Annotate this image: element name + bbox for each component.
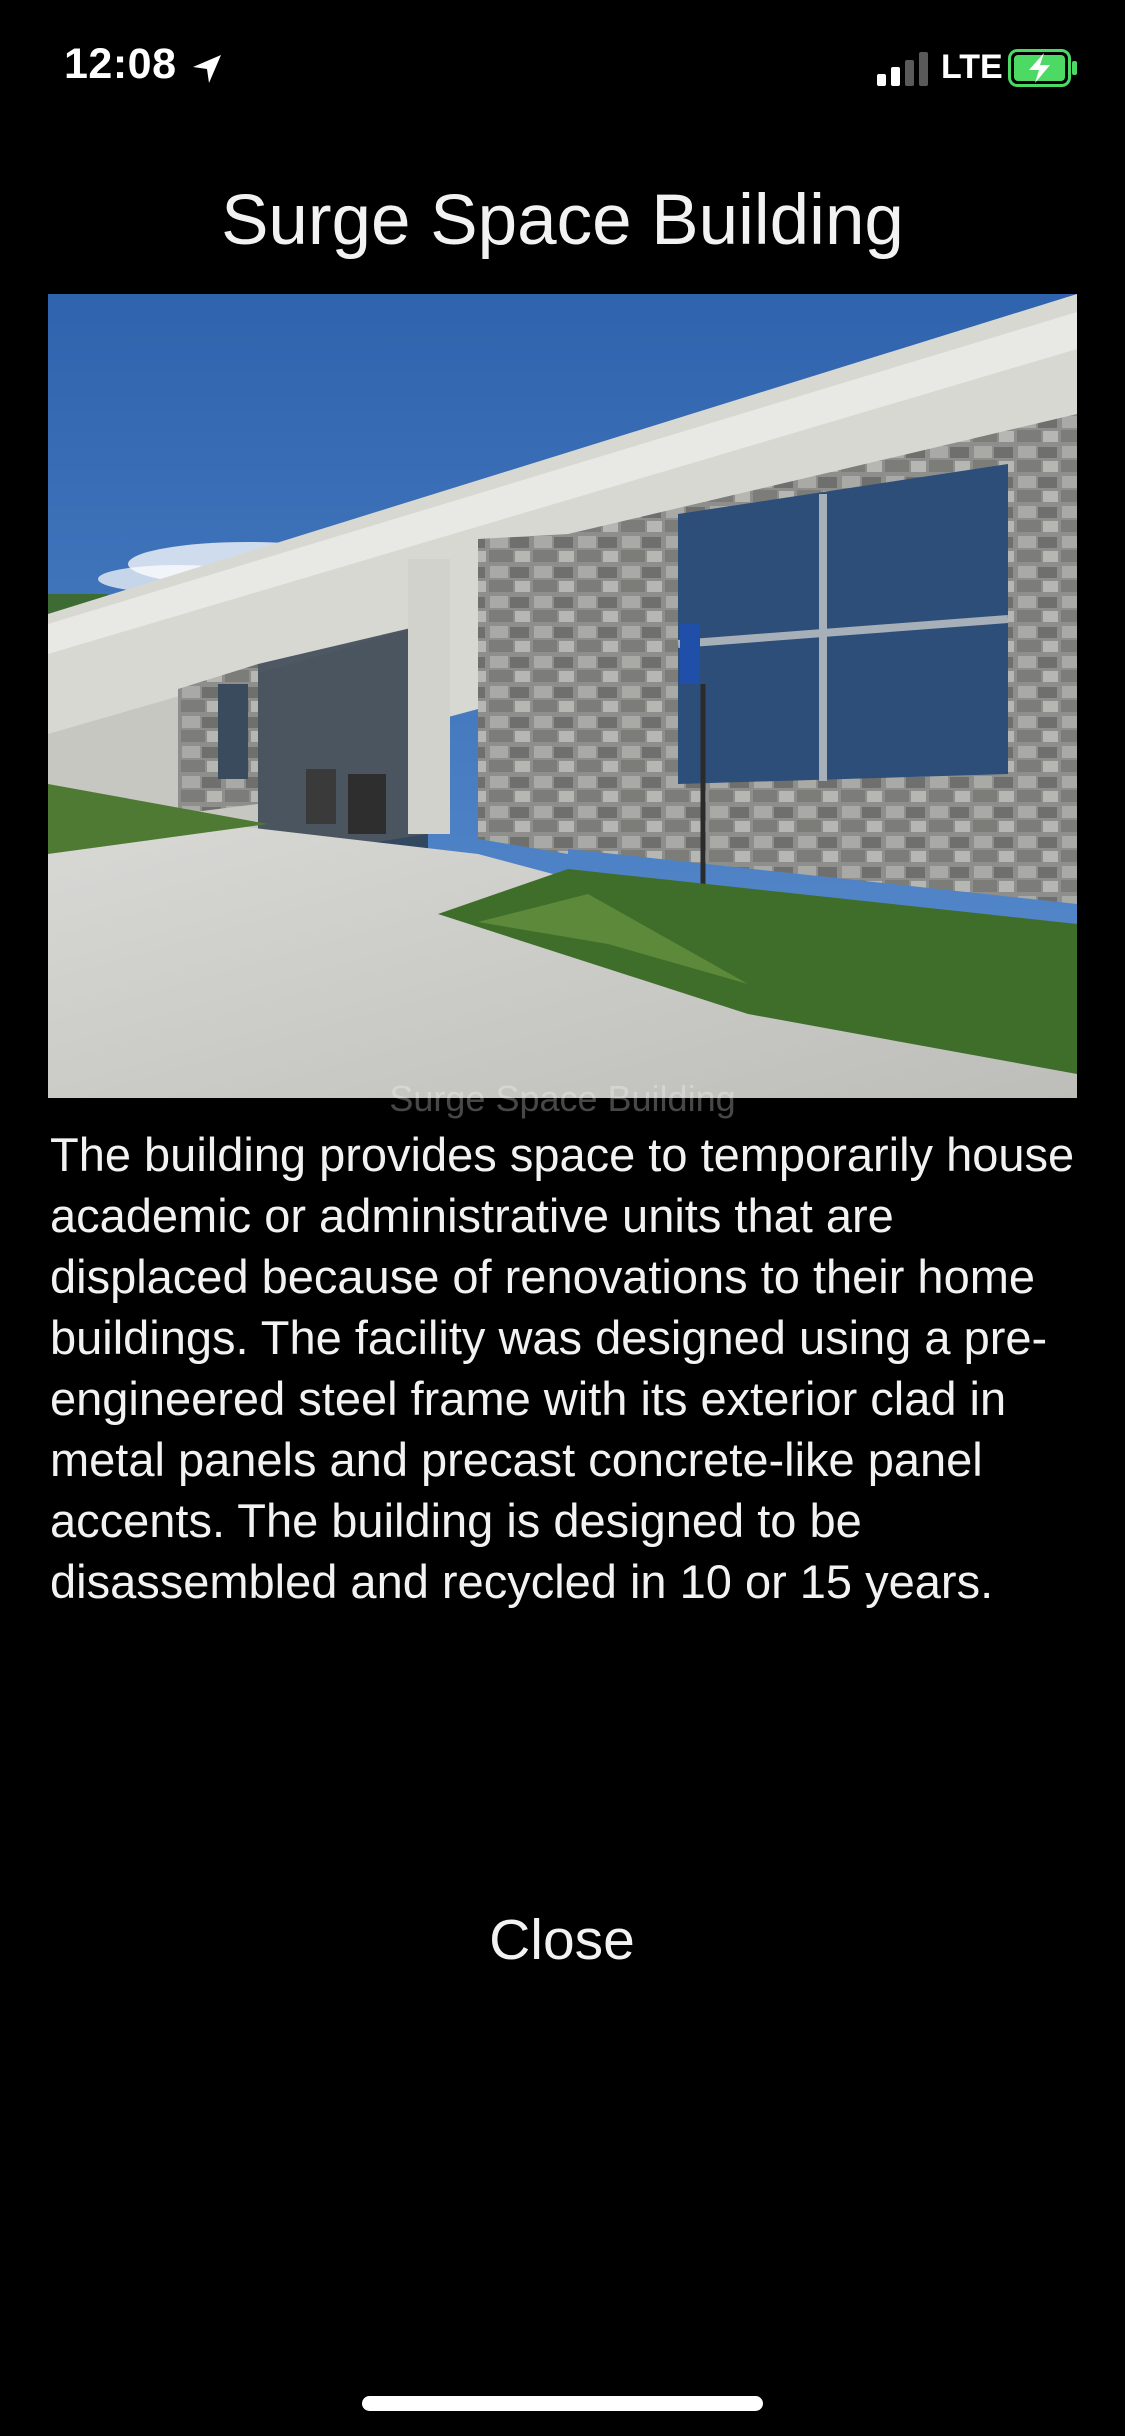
network-label: LTE [941, 48, 1003, 86]
building-photo [48, 294, 1077, 1098]
page-title: Surge Space Building [221, 181, 904, 260]
battery-charging-icon [1008, 49, 1077, 87]
photo-caption: Surge Space Building [389, 1078, 736, 1119]
status-bar: 12:08 LTE [0, 0, 1125, 132]
status-time: 12:08 [64, 40, 177, 88]
building-description: The building provides space to temporari… [50, 1128, 1075, 1608]
signal-icon [877, 52, 928, 86]
home-indicator[interactable] [362, 2396, 763, 2411]
location-arrow-icon [193, 55, 221, 83]
close-button[interactable]: Close [412, 1898, 712, 1982]
